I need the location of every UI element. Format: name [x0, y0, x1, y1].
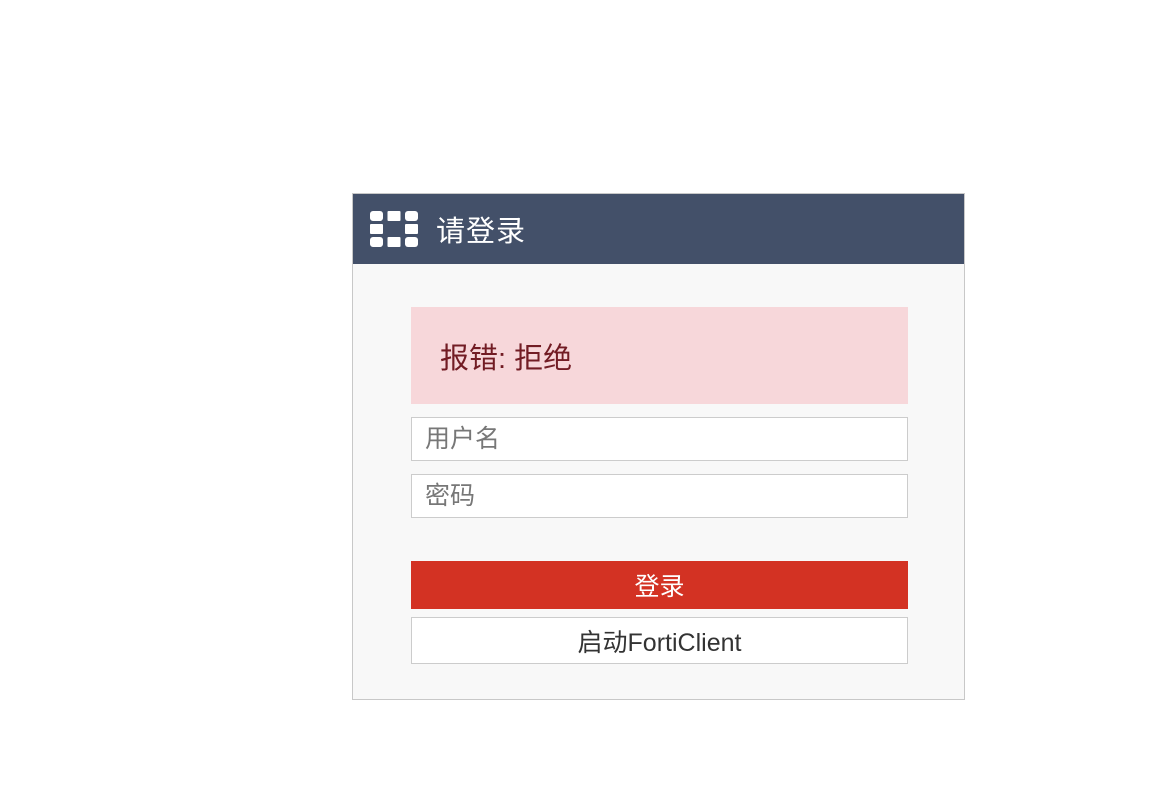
page-title: 请登录 — [436, 216, 527, 248]
username-input[interactable] — [411, 417, 908, 461]
password-input[interactable] — [411, 474, 908, 518]
login-panel: 请登录 报错: 拒绝 登录 启动FortiClient — [352, 193, 965, 700]
error-message: 报错: 拒绝 — [411, 307, 908, 404]
panel-header: 请登录 — [353, 194, 964, 264]
login-button[interactable]: 登录 — [411, 561, 908, 609]
launch-forticlient-button[interactable]: 启动FortiClient — [411, 617, 908, 664]
login-form: 报错: 拒绝 登录 启动FortiClient — [353, 264, 964, 664]
fortinet-logo-icon — [370, 211, 418, 247]
